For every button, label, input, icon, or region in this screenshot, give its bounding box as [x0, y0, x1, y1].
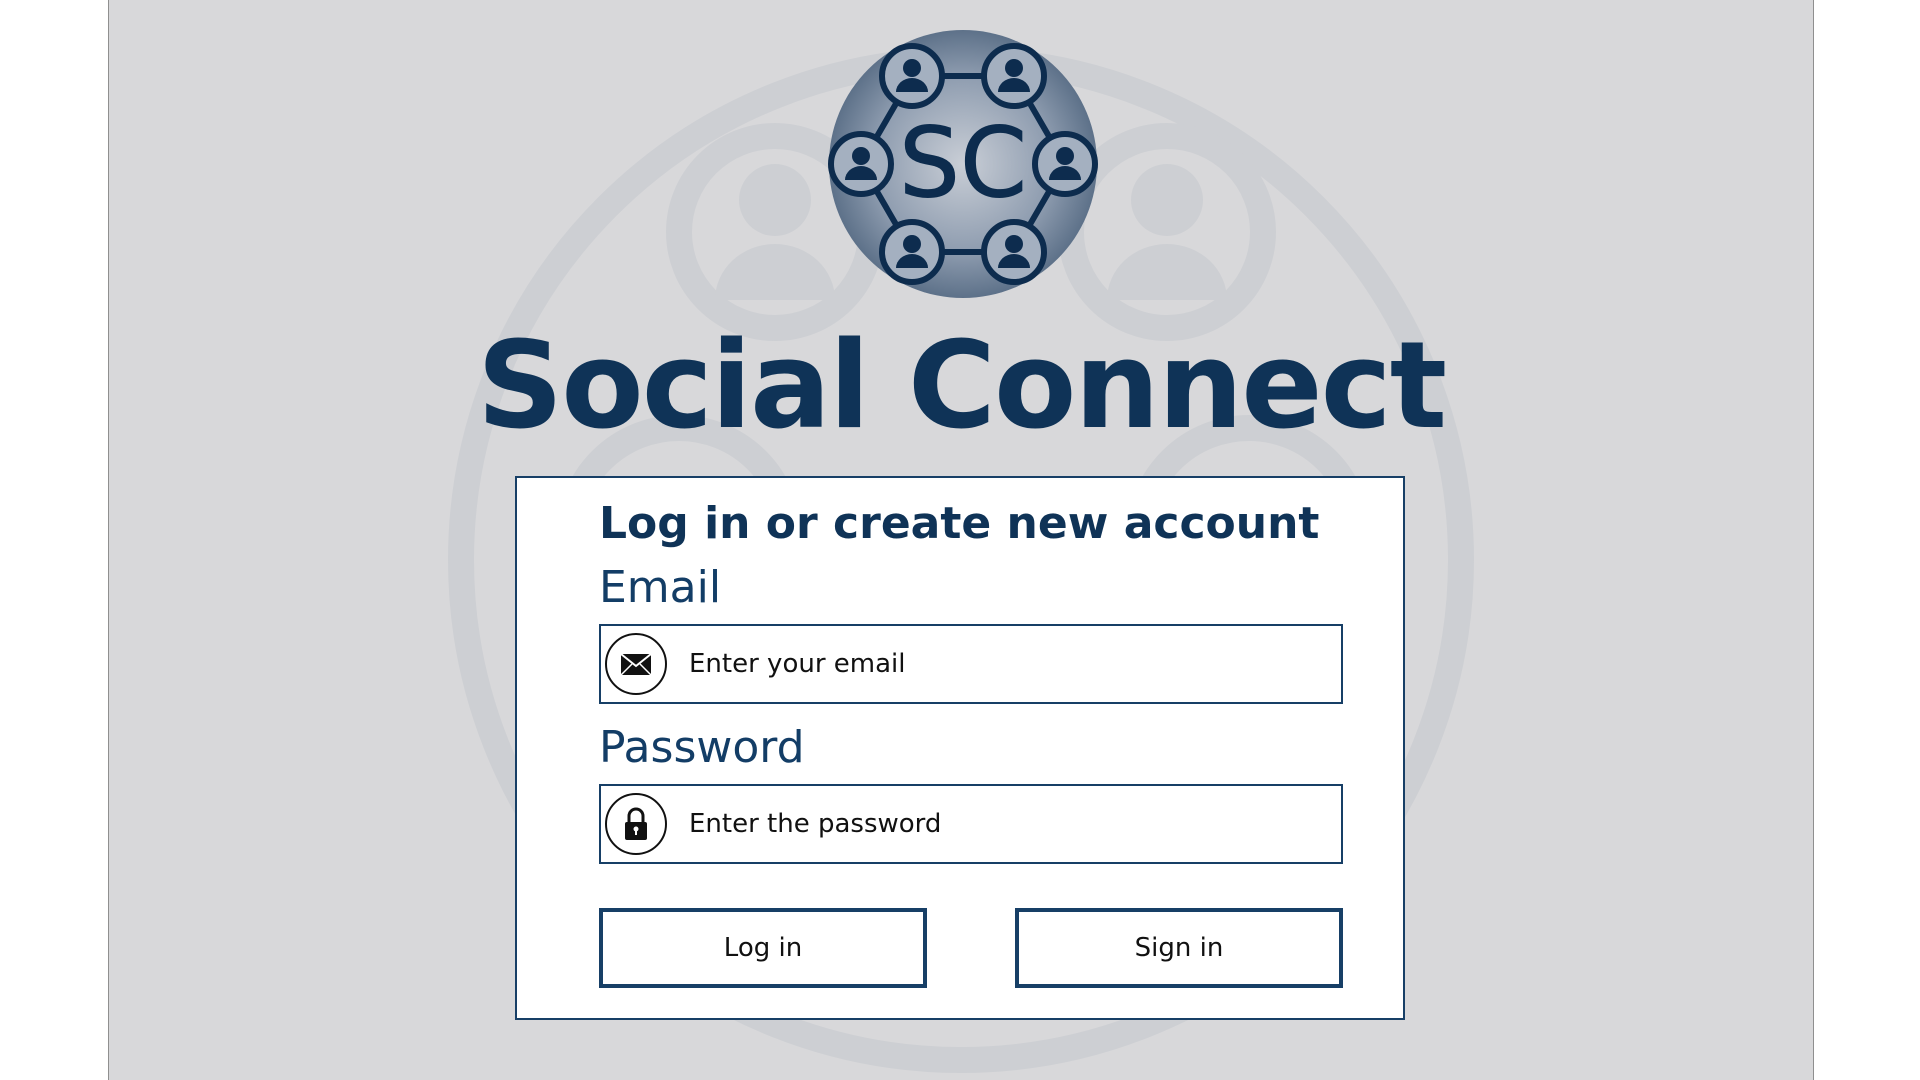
login-heading: Log in or create new account — [599, 498, 1320, 549]
login-button[interactable]: Log in — [599, 908, 927, 988]
login-screen: SC Social Connect Log in or create new a… — [108, 0, 1814, 1080]
lock-icon — [605, 793, 667, 855]
login-card: Log in or create new account Email Passw… — [515, 476, 1405, 1020]
email-label: Email — [599, 562, 722, 613]
password-field-container[interactable] — [599, 784, 1343, 864]
app-title: Social Connect — [476, 317, 1447, 456]
app-logo: SC — [828, 30, 1098, 298]
password-input[interactable] — [689, 786, 1329, 862]
password-label: Password — [599, 722, 805, 773]
email-input[interactable] — [689, 626, 1329, 702]
email-field-container[interactable] — [599, 624, 1343, 704]
signin-button[interactable]: Sign in — [1015, 908, 1343, 988]
person-node-icon — [879, 43, 945, 109]
logo-monogram: SC — [899, 107, 1027, 219]
envelope-icon — [605, 633, 667, 695]
